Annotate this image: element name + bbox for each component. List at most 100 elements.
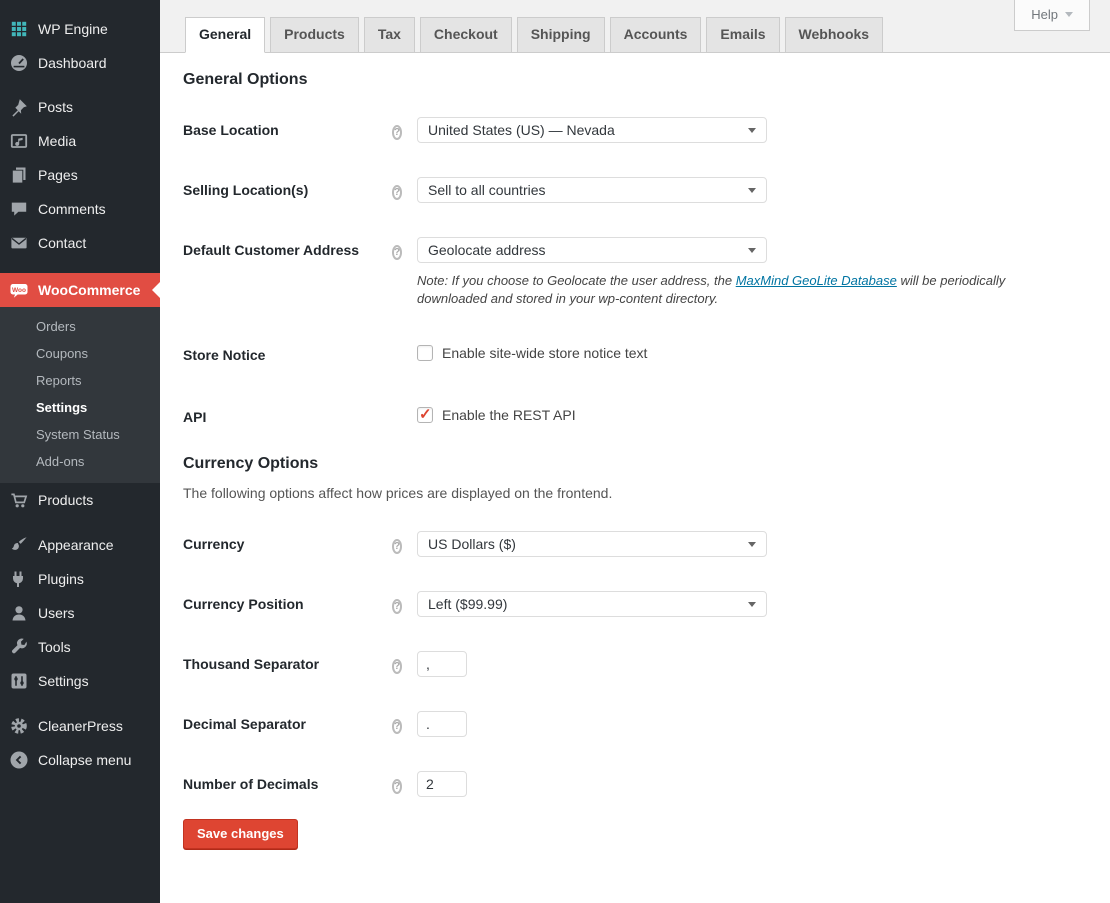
help-button[interactable]: Help [1014,0,1090,31]
checkbox-label: Enable the REST API [442,407,576,424]
submenu-item-addons[interactable]: Add-ons [0,448,160,475]
sidebar-item-posts[interactable]: Posts [0,90,160,124]
selling-location-select[interactable]: Sell to all countries [417,177,767,203]
sidebar-label: CleanerPress [38,718,123,734]
sidebar-item-plugins[interactable]: Plugins [0,562,160,596]
submenu-item-system-status[interactable]: System Status [0,421,160,448]
sidebar-label: Plugins [38,571,84,587]
pushpin-icon [9,97,29,117]
field-label: Currency Position [183,596,304,613]
checkbox-label: Enable site-wide store notice text [442,345,648,362]
field-label: Base Location [183,122,279,138]
tab-emails[interactable]: Emails [706,17,780,53]
sidebar-label: Dashboard [38,55,107,71]
user-icon [9,603,29,623]
help-tip-icon[interactable]: ? [392,185,403,200]
sliders-icon [9,671,29,691]
sidebar-label: Tools [38,639,71,655]
sidebar-label: Comments [38,201,106,217]
settings-tab-bar: General Products Tax Checkout Shipping A… [185,17,888,53]
form-row-decimal-separator: Decimal Separator ? [183,711,1090,738]
help-tip-icon[interactable]: ? [392,599,403,615]
sidebar-item-wp-engine[interactable]: WP Engine [0,12,160,46]
sidebar-item-appearance[interactable]: Appearance [0,528,160,562]
section-title-general-options: General Options [183,71,308,88]
currency-section-description: The following options affect how prices … [183,485,613,502]
rest-api-checkbox[interactable] [417,405,433,424]
decimal-separator-input[interactable] [417,711,467,738]
selected-value: United States (US) — Nevada [428,122,615,138]
submenu-item-settings[interactable]: Settings [0,394,160,421]
tab-checkout[interactable]: Checkout [419,17,512,53]
woocommerce-submenu: Orders Coupons Reports Settings System S… [0,307,160,483]
default-customer-address-select[interactable]: Geolocate address [417,237,767,263]
tab-webhooks[interactable]: Webhooks [784,17,884,53]
form-row-thousand-separator: Thousand Separator ? [183,651,1090,678]
sidebar-item-settings[interactable]: Settings [0,664,160,698]
sidebar-item-comments[interactable]: Comments [0,192,160,226]
selected-value: US Dollars ($) [428,536,516,553]
help-tip-icon[interactable]: ? [392,125,403,140]
number-of-decimals-input[interactable] [417,771,467,798]
form-row-currency-position: Currency Position ? Left ($99.99) [183,591,1090,618]
top-band: Help General Products Tax Checkout Shipp… [160,0,1110,53]
dropdown-caret-icon [748,247,756,257]
settings-content: General Options Base Location ? United S… [160,53,1110,850]
help-tip-icon[interactable]: ? [392,719,403,735]
sidebar-label: Appearance [38,537,114,553]
form-row-default-customer-address: Default Customer Address ? Geolocate add… [183,237,1090,308]
sidebar-label: Settings [38,673,89,689]
form-row-currency: Currency ? US Dollars ($) [183,531,1090,558]
wrench-icon [9,637,29,657]
store-notice-checkbox[interactable] [417,345,433,362]
selected-value: Sell to all countries [428,182,546,198]
field-label: Number of Decimals [183,776,319,793]
help-tip-icon[interactable]: ? [392,539,403,555]
svg-text:Woo: Woo [12,287,26,294]
submenu-item-orders[interactable]: Orders [0,313,160,340]
submenu-item-reports[interactable]: Reports [0,367,160,394]
tab-accounts[interactable]: Accounts [609,17,702,53]
woocommerce-logo-icon: Woo [9,280,29,300]
field-label: Currency [183,536,245,553]
sidebar-item-dashboard[interactable]: Dashboard [0,46,160,80]
field-label: Thousand Separator [183,656,320,673]
help-tip-icon[interactable]: ? [392,659,403,675]
field-label: Store Notice [183,347,266,364]
maxmind-geolite-link[interactable]: MaxMind GeoLite Database [736,273,897,288]
submenu-item-coupons[interactable]: Coupons [0,340,160,367]
wp-engine-grid-icon [9,19,29,39]
sidebar-item-woocommerce[interactable]: Woo WooCommerce [0,273,160,307]
sidebar-label: WP Engine [38,21,108,37]
tab-products[interactable]: Products [270,17,359,53]
paintbrush-icon [9,535,29,555]
help-tip-icon[interactable]: ? [392,245,403,260]
form-row-api: API Enable the REST API [183,404,1090,425]
main-panel: Help General Products Tax Checkout Shipp… [160,0,1110,903]
sidebar-item-products[interactable]: Products [0,483,160,517]
base-location-select[interactable]: United States (US) — Nevada [417,117,767,143]
sidebar-item-cleanerpress[interactable]: CleanerPress [0,709,160,743]
currency-select[interactable]: US Dollars ($) [417,531,767,558]
tab-general[interactable]: General [185,17,266,53]
sidebar-item-collapse-menu[interactable]: Collapse menu [0,743,160,777]
dropdown-caret-icon [748,601,756,611]
sidebar-label: Pages [38,167,78,183]
save-changes-button[interactable]: Save changes [183,819,298,850]
help-tip-icon[interactable]: ? [392,779,403,795]
collapse-arrow-icon [9,750,29,770]
tab-tax[interactable]: Tax [363,17,415,53]
form-row-number-of-decimals: Number of Decimals ? [183,771,1090,798]
sidebar-item-contact[interactable]: Contact [0,226,160,260]
envelope-icon [9,233,29,253]
sidebar-item-tools[interactable]: Tools [0,630,160,664]
sidebar-item-media[interactable]: Media [0,124,160,158]
thousand-separator-input[interactable] [417,651,467,678]
sidebar-label: WooCommerce [38,282,141,298]
tab-shipping[interactable]: Shipping [516,17,605,53]
gear-icon [9,716,29,736]
currency-position-select[interactable]: Left ($99.99) [417,591,767,618]
sidebar-item-pages[interactable]: Pages [0,158,160,192]
sidebar-item-users[interactable]: Users [0,596,160,630]
sidebar-label: Products [38,492,94,508]
